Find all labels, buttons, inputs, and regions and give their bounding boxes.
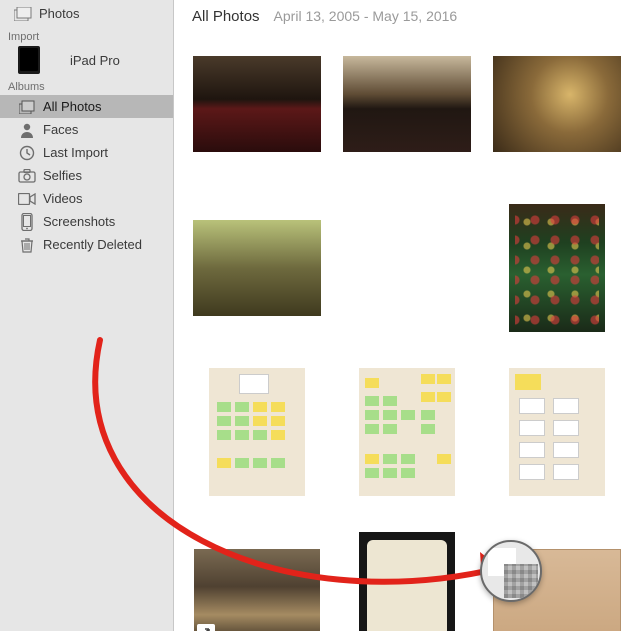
photo-thumbnail[interactable]	[492, 523, 622, 631]
photo-grid	[192, 31, 622, 631]
camera-icon	[18, 167, 36, 185]
sidebar-item-photos[interactable]: Photos	[0, 2, 173, 25]
sidebar-item-recently-deleted[interactable]: Recently Deleted	[0, 233, 173, 256]
main-content: All Photos April 13, 2005 - May 15, 2016	[174, 0, 640, 631]
ipad-icon	[18, 46, 40, 74]
photo-thumbnail[interactable]	[192, 31, 322, 177]
person-icon	[18, 121, 36, 139]
sidebar-item-label: All Photos	[43, 99, 102, 114]
shortcut-badge-icon	[197, 624, 215, 631]
sidebar-item-faces[interactable]: Faces	[0, 118, 173, 141]
photos-app-window: Photos Import iPad Pro Albums All Photos…	[0, 0, 640, 631]
sidebar-item-label: Photos	[39, 6, 79, 21]
photo-thumbnail[interactable]	[342, 523, 472, 631]
clock-icon	[18, 144, 36, 162]
photo-thumbnail[interactable]	[192, 195, 322, 341]
photo-thumbnail[interactable]	[342, 31, 472, 177]
phone-icon	[18, 213, 36, 231]
sidebar-item-label: Last Import	[43, 145, 108, 160]
sidebar-item-label: Screenshots	[43, 214, 115, 229]
sidebar-item-videos[interactable]: Videos	[0, 187, 173, 210]
photo-grid-scroll[interactable]	[174, 31, 640, 631]
sidebar-item-screenshots[interactable]: Screenshots	[0, 210, 173, 233]
sidebar-item-last-import[interactable]: Last Import	[0, 141, 173, 164]
stack-icon	[18, 98, 36, 116]
photo-thumbnail[interactable]	[492, 359, 622, 505]
page-title: All Photos	[192, 8, 260, 25]
date-range: April 13, 2005 - May 15, 2016	[274, 8, 458, 24]
video-icon	[18, 190, 36, 208]
sidebar-section-import: Import	[0, 25, 173, 45]
trash-icon	[18, 236, 36, 254]
photo-thumbnail[interactable]	[492, 31, 622, 177]
sidebar-device-ipad[interactable]: iPad Pro	[0, 45, 173, 75]
sidebar-item-label: Recently Deleted	[43, 237, 142, 252]
photo-thumbnail[interactable]	[342, 359, 472, 505]
content-header: All Photos April 13, 2005 - May 15, 2016	[174, 0, 640, 31]
photos-collection-icon	[14, 5, 32, 23]
photo-thumbnail[interactable]	[492, 195, 622, 341]
sidebar-item-selfies[interactable]: Selfies	[0, 164, 173, 187]
sidebar-item-label: Selfies	[43, 168, 82, 183]
photo-thumbnail-empty	[342, 195, 472, 341]
sidebar-item-label: Faces	[43, 122, 78, 137]
sidebar-section-albums: Albums	[0, 75, 173, 95]
photo-thumbnail[interactable]	[192, 359, 322, 505]
sidebar: Photos Import iPad Pro Albums All Photos…	[0, 0, 174, 631]
sidebar-item-label: Videos	[43, 191, 83, 206]
sidebar-item-all-photos[interactable]: All Photos	[0, 95, 173, 118]
photo-thumbnail[interactable]	[192, 523, 322, 631]
sidebar-item-label: iPad Pro	[70, 53, 120, 68]
